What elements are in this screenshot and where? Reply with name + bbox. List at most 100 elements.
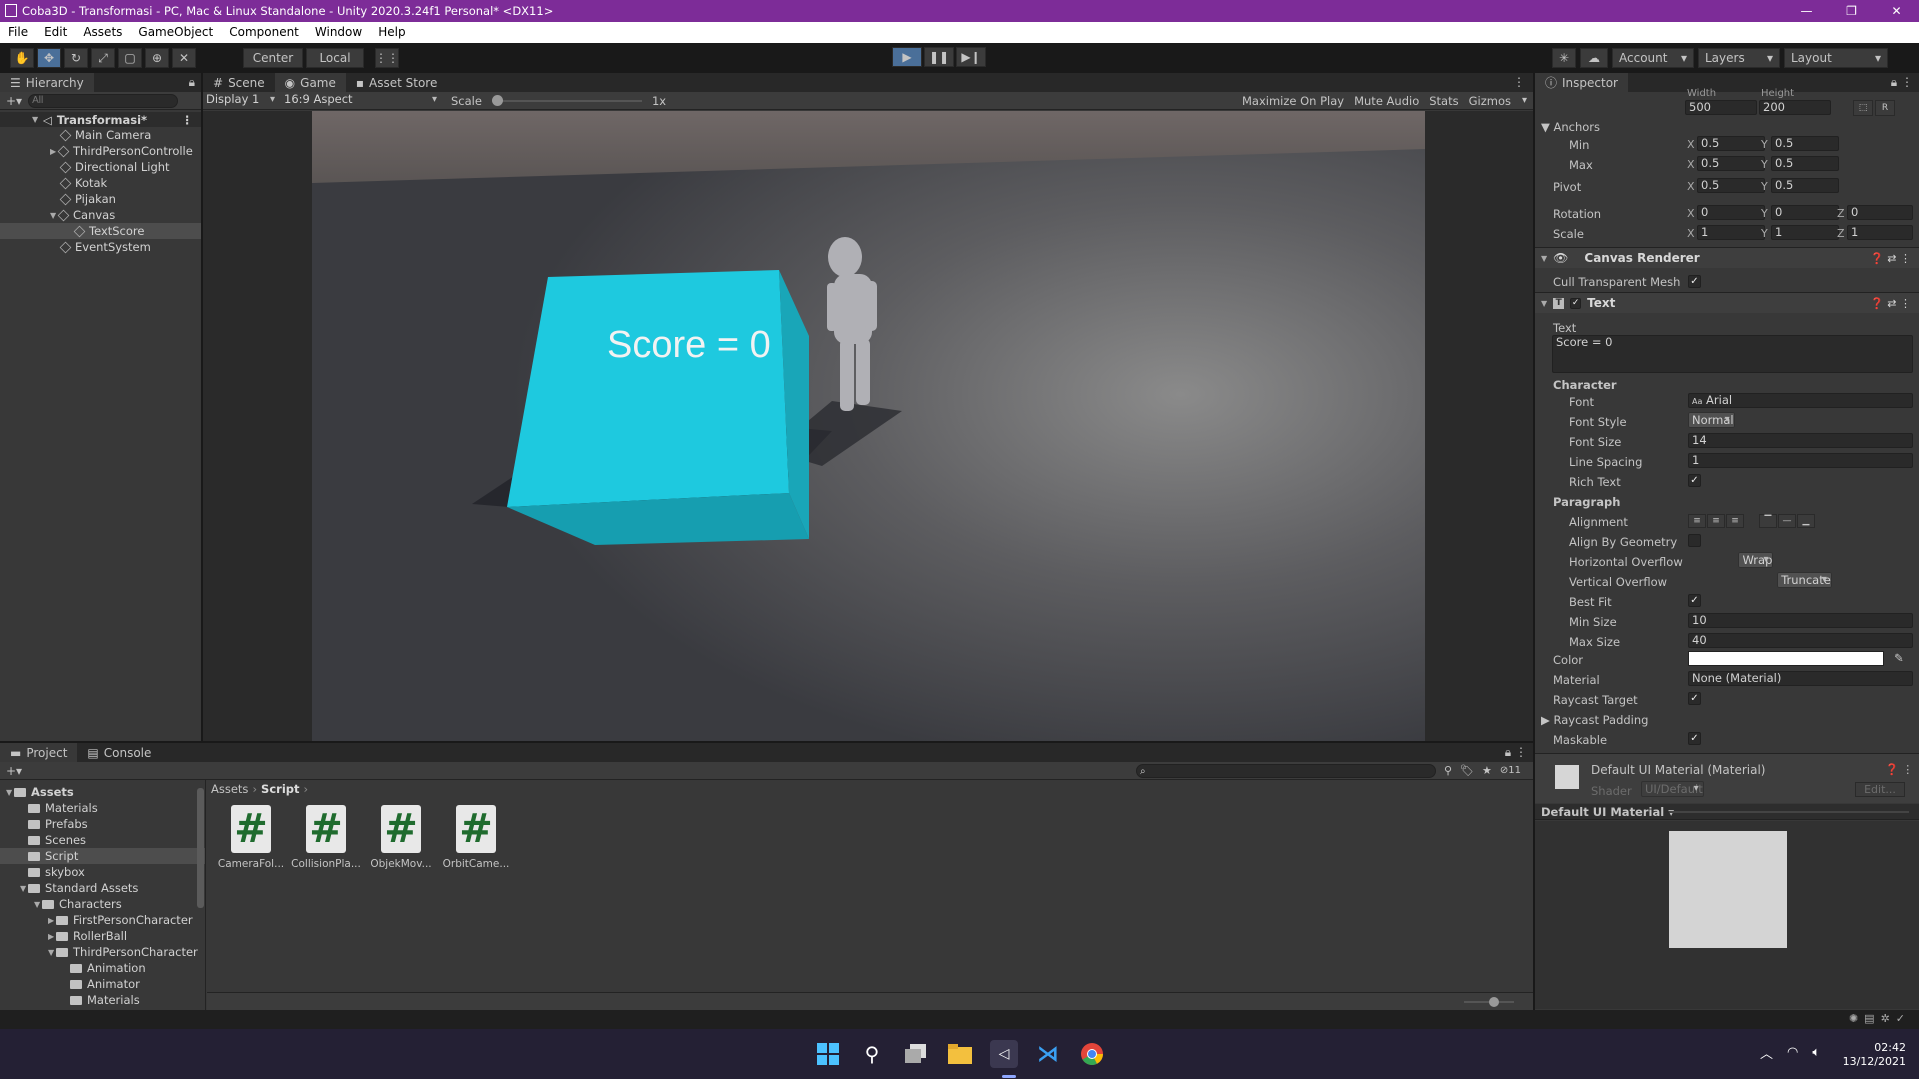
hidden-packages-icon[interactable]: ⊘11 — [1500, 765, 1521, 776]
anchor-min-x-field[interactable]: 0.5 — [1697, 136, 1765, 151]
foldout-arrow-icon[interactable]: ▼ — [48, 948, 56, 957]
gizmos-arrow-icon[interactable]: ▾ — [1516, 95, 1533, 106]
foldout-arrow-icon[interactable]: ▼ — [34, 900, 42, 909]
rich-text-checkbox[interactable]: ✓ — [1688, 474, 1701, 487]
foldout-arrow-icon[interactable]: ▶ — [48, 932, 56, 941]
transform-tool-icon[interactable]: ⊕ — [145, 48, 169, 68]
align-middle-icon[interactable]: — — [1778, 514, 1796, 528]
rotation-z-field[interactable]: 0 — [1847, 205, 1913, 220]
font-field[interactable]: Aa Arial — [1688, 393, 1913, 408]
rotate-tool-icon[interactable]: ↻ — [64, 48, 88, 68]
raw-edit-button[interactable]: R — [1875, 100, 1895, 116]
folder-tree-item[interactable]: Animator — [0, 976, 205, 992]
raycast-target-checkbox[interactable]: ✓ — [1688, 692, 1701, 705]
chrome-icon[interactable] — [1078, 1040, 1106, 1068]
lock-icon[interactable]: 🔒︎ — [189, 73, 195, 92]
rect-tool-icon[interactable]: ▢ — [118, 48, 142, 68]
hierarchy-item-canvas[interactable]: ▼ Canvas — [0, 207, 201, 223]
menu-gameobject[interactable]: GameObject — [130, 22, 221, 43]
lock-icon[interactable]: 🔒︎ ⋮ — [1505, 743, 1527, 762]
panel-menu-icon[interactable]: ⋮ — [1513, 73, 1525, 92]
pivot-y-field[interactable]: 0.5 — [1771, 178, 1839, 193]
layout-dropdown[interactable]: Layout ▾ — [1784, 48, 1888, 68]
best-fit-checkbox[interactable]: ✓ — [1688, 594, 1701, 607]
hierarchy-item-textscore[interactable]: TextScore — [0, 223, 201, 239]
tray-chevron-icon[interactable]: ︿ — [1760, 1043, 1773, 1062]
scale-tool-icon[interactable]: ⤢ — [91, 48, 115, 68]
maskable-checkbox[interactable]: ✓ — [1688, 732, 1701, 745]
folder-tree-item[interactable]: ▶ RollerBall — [0, 928, 205, 944]
horizontal-overflow-dropdown[interactable]: Wrap — [1738, 552, 1774, 568]
pivot-center-button[interactable]: Center — [243, 48, 303, 68]
hierarchy-item-pijakan[interactable]: Pijakan — [0, 191, 201, 207]
anchor-min-y-field[interactable]: 0.5 — [1771, 136, 1839, 151]
text-enabled-checkbox[interactable]: ✓ — [1570, 297, 1582, 309]
search-by-type-icon[interactable]: ⚲ — [1444, 764, 1452, 777]
scale-x-field[interactable]: 1 — [1697, 225, 1765, 240]
windows-start-icon[interactable] — [814, 1040, 842, 1068]
volume-icon[interactable]: 🔈︎ — [1812, 1045, 1820, 1060]
material-menu-icon[interactable]: ❓ ⋮ — [1885, 763, 1913, 776]
asset-objekmove[interactable]: # ObjekMov... — [370, 805, 432, 870]
folder-tree-item[interactable]: Materials — [0, 992, 205, 1008]
component-menu-icon[interactable]: ❓ ⇄ ⋮ — [1870, 252, 1911, 265]
folder-tree-item[interactable]: ▼ Assets — [0, 784, 205, 800]
align-right-icon[interactable]: ≡ — [1726, 514, 1744, 528]
color-swatch[interactable] — [1688, 651, 1884, 666]
add-icon[interactable]: +▾ — [6, 94, 22, 108]
clock[interactable]: 02:42 13/12/2021 — [1836, 1041, 1906, 1069]
scale-y-field[interactable]: 1 — [1771, 225, 1839, 240]
line-spacing-field[interactable]: 1 — [1688, 453, 1913, 468]
maximize-on-play-toggle[interactable]: Maximize On Play — [1237, 94, 1349, 108]
asset-camerafollow[interactable]: # CameraFol... — [218, 805, 284, 870]
lock-icon[interactable]: 🔒︎ ⋮ — [1891, 73, 1913, 92]
raycast-padding-foldout[interactable]: ▶ Raycast Padding — [1541, 713, 1648, 727]
foldout-arrow-icon[interactable]: ▼ — [20, 884, 28, 893]
menu-window[interactable]: Window — [307, 22, 370, 43]
align-left-icon[interactable]: ≡ — [1688, 514, 1706, 528]
scale-slider-thumb[interactable] — [491, 94, 503, 106]
icon-size-slider-thumb[interactable] — [1489, 997, 1499, 1007]
tab-inspector[interactable]: ⓘ Inspector — [1535, 73, 1628, 92]
game-view[interactable]: Score = 0 — [203, 111, 1533, 741]
folder-tree-item[interactable]: ▼ Standard Assets — [0, 880, 205, 896]
tab-game[interactable]: ◉ Game — [274, 73, 346, 92]
layers-dropdown[interactable]: Layers ▾ — [1698, 48, 1780, 68]
display-dropdown[interactable]: Display 1 — [203, 93, 279, 108]
wifi-icon[interactable]: ◠ — [1787, 1045, 1798, 1060]
folder-tree-item[interactable]: skybox — [0, 864, 205, 880]
cloud-icon[interactable]: ☁ — [1580, 48, 1608, 68]
pivot-x-field[interactable]: 0.5 — [1697, 178, 1765, 193]
minimize-button[interactable]: — — [1784, 0, 1829, 22]
close-button[interactable]: ✕ — [1874, 0, 1919, 22]
hierarchy-item-kotak[interactable]: Kotak — [0, 175, 201, 191]
grid-snap-icon[interactable]: ⋮⋮ — [375, 48, 399, 68]
asset-orbitcamera[interactable]: # OrbitCame... — [443, 805, 509, 870]
max-size-field[interactable]: 40 — [1688, 633, 1913, 648]
height-field[interactable]: 200 — [1759, 100, 1831, 115]
shader-dropdown[interactable]: UI/Default — [1641, 781, 1704, 797]
menu-edit[interactable]: Edit — [36, 22, 75, 43]
maximize-button[interactable]: ❐ — [1829, 0, 1874, 22]
task-view-icon[interactable] — [902, 1040, 930, 1068]
anchors-foldout[interactable]: ▼ Anchors — [1541, 120, 1600, 134]
tab-scene[interactable]: # Scene — [203, 73, 275, 92]
step-button[interactable]: ▶❙ — [956, 47, 986, 67]
scene-root[interactable]: ▼ ◁ Transformasi* ⋮ — [0, 112, 201, 127]
anchor-max-x-field[interactable]: 0.5 — [1697, 156, 1765, 171]
eyedropper-icon[interactable]: ✎ — [1894, 651, 1904, 665]
folder-tree-item[interactable]: Script — [0, 848, 205, 864]
tab-project[interactable]: ▬ Project — [0, 743, 78, 762]
min-size-field[interactable]: 10 — [1688, 613, 1913, 628]
breadcrumb-assets[interactable]: Assets — [211, 782, 248, 796]
hierarchy-item-thirdperson[interactable]: ▶ ThirdPersonControlle — [0, 143, 201, 159]
folder-tree-item[interactable]: ▼ ThirdPersonCharacter — [0, 944, 205, 960]
search-icon[interactable]: ⚲ — [858, 1040, 886, 1068]
tab-hierarchy[interactable]: ☰ Hierarchy — [0, 73, 94, 92]
menu-assets[interactable]: Assets — [75, 22, 130, 43]
scene-menu-icon[interactable]: ⋮ — [182, 113, 194, 127]
foldout-arrow-icon[interactable]: ▼ — [6, 788, 14, 797]
folder-tree-item[interactable]: ▶ FirstPersonCharacter — [0, 912, 205, 928]
menu-file[interactable]: File — [0, 22, 36, 43]
material-field[interactable]: None (Material) — [1688, 671, 1913, 686]
